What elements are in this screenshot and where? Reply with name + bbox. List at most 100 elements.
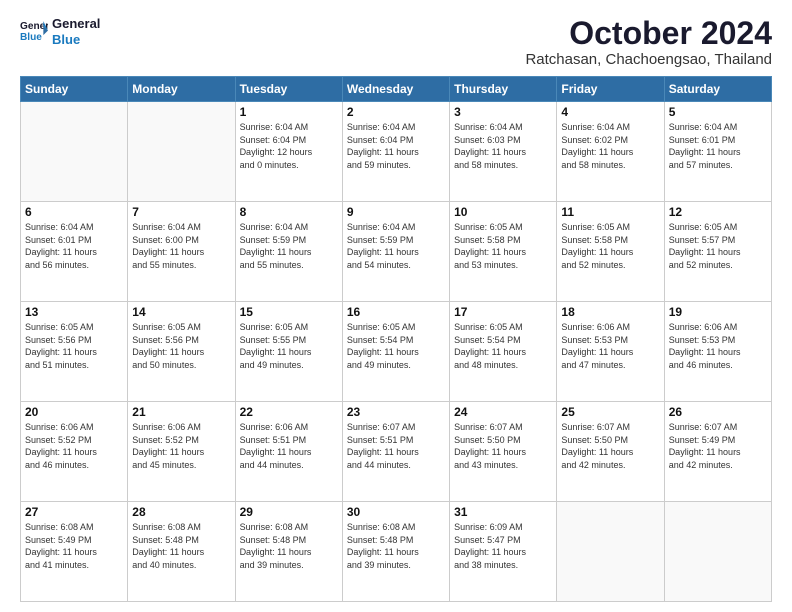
logo-text: GeneralBlue [52, 16, 100, 47]
day-info: Sunrise: 6:07 AM Sunset: 5:50 PM Dayligh… [454, 421, 552, 471]
weekday-header-tuesday: Tuesday [235, 77, 342, 102]
day-number: 19 [669, 305, 767, 319]
day-info: Sunrise: 6:05 AM Sunset: 5:55 PM Dayligh… [240, 321, 338, 371]
day-number: 6 [25, 205, 123, 219]
day-info: Sunrise: 6:04 AM Sunset: 6:03 PM Dayligh… [454, 121, 552, 171]
calendar-cell: 21 Sunrise: 6:06 AM Sunset: 5:52 PM Dayli… [128, 402, 235, 502]
day-info: Sunrise: 6:04 AM Sunset: 5:59 PM Dayligh… [347, 221, 445, 271]
logo: General Blue GeneralBlue [20, 16, 100, 47]
day-number: 21 [132, 405, 230, 419]
day-info: Sunrise: 6:04 AM Sunset: 6:02 PM Dayligh… [561, 121, 659, 171]
calendar-cell: 19 Sunrise: 6:06 AM Sunset: 5:53 PM Dayli… [664, 302, 771, 402]
day-number: 4 [561, 105, 659, 119]
day-info: Sunrise: 6:05 AM Sunset: 5:54 PM Dayligh… [454, 321, 552, 371]
day-number: 5 [669, 105, 767, 119]
day-number: 14 [132, 305, 230, 319]
title-block: October 2024 Ratchasan, Chachoengsao, Th… [525, 16, 772, 68]
day-info: Sunrise: 6:04 AM Sunset: 6:04 PM Dayligh… [240, 121, 338, 171]
day-info: Sunrise: 6:08 AM Sunset: 5:49 PM Dayligh… [25, 521, 123, 571]
weekday-header-saturday: Saturday [664, 77, 771, 102]
calendar-table: SundayMondayTuesdayWednesdayThursdayFrid… [20, 76, 772, 602]
day-number: 23 [347, 405, 445, 419]
day-info: Sunrise: 6:06 AM Sunset: 5:52 PM Dayligh… [132, 421, 230, 471]
calendar-cell: 3 Sunrise: 6:04 AM Sunset: 6:03 PM Daylig… [450, 102, 557, 202]
weekday-header-wednesday: Wednesday [342, 77, 449, 102]
day-info: Sunrise: 6:05 AM Sunset: 5:56 PM Dayligh… [132, 321, 230, 371]
calendar-cell: 25 Sunrise: 6:07 AM Sunset: 5:50 PM Dayli… [557, 402, 664, 502]
calendar-cell [128, 102, 235, 202]
day-info: Sunrise: 6:04 AM Sunset: 6:04 PM Dayligh… [347, 121, 445, 171]
calendar-cell: 23 Sunrise: 6:07 AM Sunset: 5:51 PM Dayli… [342, 402, 449, 502]
day-number: 27 [25, 505, 123, 519]
day-number: 16 [347, 305, 445, 319]
calendar-cell: 16 Sunrise: 6:05 AM Sunset: 5:54 PM Dayli… [342, 302, 449, 402]
calendar-header-row: SundayMondayTuesdayWednesdayThursdayFrid… [21, 77, 772, 102]
calendar-cell: 13 Sunrise: 6:05 AM Sunset: 5:56 PM Dayli… [21, 302, 128, 402]
calendar-cell: 10Sunrise: 6:05 AM Sunset: 5:58 PM Dayli… [450, 202, 557, 302]
calendar-cell: 26 Sunrise: 6:07 AM Sunset: 5:49 PM Dayli… [664, 402, 771, 502]
day-number: 31 [454, 505, 552, 519]
calendar-week-2: 6 Sunrise: 6:04 AM Sunset: 6:01 PM Daylig… [21, 202, 772, 302]
day-number: 10 [454, 205, 552, 219]
calendar-cell: 11Sunrise: 6:05 AM Sunset: 5:58 PM Dayli… [557, 202, 664, 302]
calendar-week-1: 1 Sunrise: 6:04 AM Sunset: 6:04 PM Daylig… [21, 102, 772, 202]
calendar-cell: 1 Sunrise: 6:04 AM Sunset: 6:04 PM Daylig… [235, 102, 342, 202]
day-info: Sunrise: 6:06 AM Sunset: 5:51 PM Dayligh… [240, 421, 338, 471]
calendar-cell: 5 Sunrise: 6:04 AM Sunset: 6:01 PM Daylig… [664, 102, 771, 202]
calendar-cell [664, 502, 771, 602]
location-title: Ratchasan, Chachoengsao, Thailand [525, 51, 772, 68]
calendar-cell: 24 Sunrise: 6:07 AM Sunset: 5:50 PM Dayli… [450, 402, 557, 502]
day-number: 29 [240, 505, 338, 519]
calendar-cell: 18 Sunrise: 6:06 AM Sunset: 5:53 PM Dayli… [557, 302, 664, 402]
calendar-cell: 6 Sunrise: 6:04 AM Sunset: 6:01 PM Daylig… [21, 202, 128, 302]
day-number: 18 [561, 305, 659, 319]
day-info: Sunrise: 6:06 AM Sunset: 5:52 PM Dayligh… [25, 421, 123, 471]
day-info: Sunrise: 6:06 AM Sunset: 5:53 PM Dayligh… [561, 321, 659, 371]
day-number: 3 [454, 105, 552, 119]
calendar-cell: 31 Sunrise: 6:09 AM Sunset: 5:47 PM Dayli… [450, 502, 557, 602]
day-info: Sunrise: 6:04 AM Sunset: 5:59 PM Dayligh… [240, 221, 338, 271]
calendar-cell: 12Sunrise: 6:05 AM Sunset: 5:57 PM Dayli… [664, 202, 771, 302]
calendar-cell: 17Sunrise: 6:05 AM Sunset: 5:54 PM Dayli… [450, 302, 557, 402]
day-info: Sunrise: 6:08 AM Sunset: 5:48 PM Dayligh… [347, 521, 445, 571]
day-number: 22 [240, 405, 338, 419]
calendar-cell: 14 Sunrise: 6:05 AM Sunset: 5:56 PM Dayli… [128, 302, 235, 402]
day-info: Sunrise: 6:04 AM Sunset: 6:00 PM Dayligh… [132, 221, 230, 271]
day-number: 9 [347, 205, 445, 219]
day-number: 2 [347, 105, 445, 119]
svg-text:Blue: Blue [20, 31, 42, 42]
logo-icon: General Blue [20, 18, 48, 46]
day-info: Sunrise: 6:07 AM Sunset: 5:49 PM Dayligh… [669, 421, 767, 471]
day-info: Sunrise: 6:06 AM Sunset: 5:53 PM Dayligh… [669, 321, 767, 371]
page: General Blue GeneralBlue October 2024 Ra… [0, 0, 792, 612]
weekday-header-sunday: Sunday [21, 77, 128, 102]
day-number: 8 [240, 205, 338, 219]
day-info: Sunrise: 6:04 AM Sunset: 6:01 PM Dayligh… [669, 121, 767, 171]
day-info: Sunrise: 6:05 AM Sunset: 5:58 PM Dayligh… [561, 221, 659, 271]
day-info: Sunrise: 6:05 AM Sunset: 5:56 PM Dayligh… [25, 321, 123, 371]
day-info: Sunrise: 6:07 AM Sunset: 5:50 PM Dayligh… [561, 421, 659, 471]
calendar-week-4: 20 Sunrise: 6:06 AM Sunset: 5:52 PM Dayli… [21, 402, 772, 502]
day-number: 20 [25, 405, 123, 419]
day-number: 28 [132, 505, 230, 519]
calendar-cell: 8 Sunrise: 6:04 AM Sunset: 5:59 PM Daylig… [235, 202, 342, 302]
day-info: Sunrise: 6:07 AM Sunset: 5:51 PM Dayligh… [347, 421, 445, 471]
day-number: 26 [669, 405, 767, 419]
day-info: Sunrise: 6:08 AM Sunset: 5:48 PM Dayligh… [132, 521, 230, 571]
day-info: Sunrise: 6:05 AM Sunset: 5:57 PM Dayligh… [669, 221, 767, 271]
day-number: 25 [561, 405, 659, 419]
calendar-cell: 7Sunrise: 6:04 AM Sunset: 6:00 PM Daylig… [128, 202, 235, 302]
weekday-header-thursday: Thursday [450, 77, 557, 102]
day-info: Sunrise: 6:09 AM Sunset: 5:47 PM Dayligh… [454, 521, 552, 571]
day-number: 13 [25, 305, 123, 319]
day-number: 15 [240, 305, 338, 319]
calendar-week-5: 27 Sunrise: 6:08 AM Sunset: 5:49 PM Dayli… [21, 502, 772, 602]
day-info: Sunrise: 6:05 AM Sunset: 5:54 PM Dayligh… [347, 321, 445, 371]
calendar-cell [21, 102, 128, 202]
day-info: Sunrise: 6:04 AM Sunset: 6:01 PM Dayligh… [25, 221, 123, 271]
calendar-cell: 22 Sunrise: 6:06 AM Sunset: 5:51 PM Dayli… [235, 402, 342, 502]
calendar-cell: 4 Sunrise: 6:04 AM Sunset: 6:02 PM Daylig… [557, 102, 664, 202]
day-number: 30 [347, 505, 445, 519]
day-number: 24 [454, 405, 552, 419]
day-number: 1 [240, 105, 338, 119]
